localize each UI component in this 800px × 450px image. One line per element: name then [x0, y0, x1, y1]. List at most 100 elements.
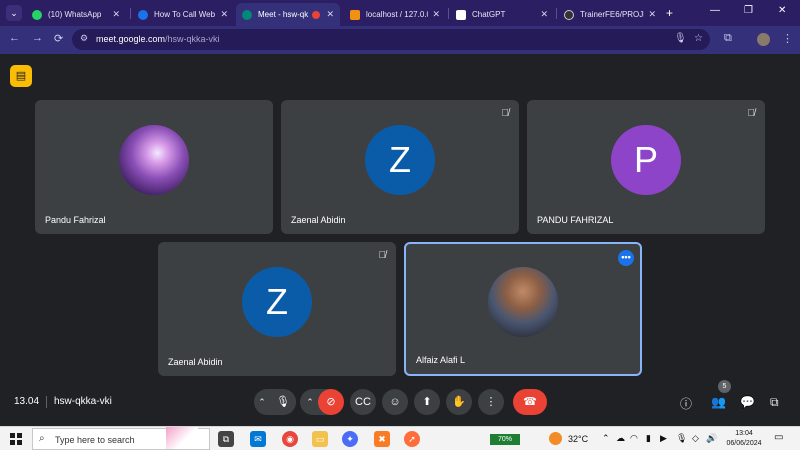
postman-icon[interactable]: ➚: [404, 431, 420, 447]
file-explorer-icon[interactable]: ▭: [312, 431, 328, 447]
tab-search-icon[interactable]: ⌄: [6, 5, 22, 21]
captions-off-icon[interactable]: ▤: [10, 65, 32, 87]
participant-tile-active[interactable]: ••• Alfaiz Alafi L: [404, 242, 642, 376]
reload-icon[interactable]: ⟳: [54, 32, 63, 45]
web-page-icon: [138, 9, 148, 20]
more-options-button[interactable]: ⋮: [478, 389, 504, 415]
close-tab-icon[interactable]: ✕: [432, 9, 440, 20]
participant-name: Pandu Fahrizal: [45, 215, 106, 225]
participant-tile[interactable]: 🎙̸ Z Zaenal Abidin: [158, 242, 396, 376]
participant-tile[interactable]: 🎙̸ P PANDU FAHRIZAL: [527, 100, 765, 234]
mic-muted-icon: 🎙̸: [747, 108, 756, 119]
restore-icon[interactable]: ❐: [744, 5, 753, 16]
meet-control-bar: 13.04 hsw-qkka-vki ⌃ 🎙 ⌃ ⊘ CC ☺ ⬆ ✋ ⋮ ☎ …: [0, 380, 800, 426]
site-info-icon[interactable]: ⚙: [80, 33, 88, 44]
search-highlight-image: [166, 427, 198, 449]
close-tab-icon[interactable]: ✕: [112, 9, 120, 20]
extensions-icon[interactable]: ⧉: [724, 32, 732, 45]
participant-tile[interactable]: Pandu Fahrizal: [35, 100, 273, 234]
camera-icon[interactable]: ▶: [660, 433, 667, 444]
meeting-details-icon[interactable]: ⓘ: [680, 395, 692, 412]
tab-how-to-call-web[interactable]: How To Call Web A ✕: [132, 3, 234, 26]
chrome-icon[interactable]: ◉: [282, 431, 298, 447]
tab-github[interactable]: TrainerFE6/PROJEC ✕: [558, 3, 662, 26]
battery-indicator[interactable]: 70%: [490, 434, 520, 445]
xampp-icon[interactable]: ✖: [374, 431, 390, 447]
phpmyadmin-icon: [350, 9, 360, 20]
microphone-icon[interactable]: 🎙: [674, 33, 687, 44]
raise-hand-button[interactable]: ✋: [446, 389, 472, 415]
participant-name: Zaenal Abidin: [168, 357, 223, 367]
tab-title: How To Call Web A: [154, 10, 217, 19]
system-clock[interactable]: 13:04 06/06/2024: [722, 429, 766, 449]
participant-avatar: P: [611, 125, 681, 195]
camera-off-button[interactable]: ⊘: [318, 389, 344, 415]
activities-icon[interactable]: ⧉: [770, 395, 779, 410]
windows-start-icon[interactable]: [10, 433, 22, 445]
audio-settings-chevron-icon[interactable]: ⌃: [254, 389, 270, 415]
tab-whatsapp[interactable]: (10) WhatsApp ✕: [26, 3, 126, 26]
close-window-icon[interactable]: ✕: [778, 5, 786, 16]
close-tab-icon[interactable]: ✕: [220, 9, 228, 20]
weather-temperature[interactable]: 32°C: [568, 434, 588, 444]
mail-icon[interactable]: ✉: [250, 431, 266, 447]
cloud-icon[interactable]: ☁: [616, 433, 625, 444]
mic-muted-icon: 🎙̸: [378, 250, 387, 261]
meet-stage: ▤ Pandu Fahrizal 🎙̸ Z Zaenal Abidin 🎙̸ P…: [0, 54, 800, 426]
network-icon[interactable]: ◇: [692, 433, 699, 444]
notifications-icon[interactable]: ▭: [774, 432, 783, 443]
show-hidden-icons-chevron[interactable]: ⌃: [602, 433, 610, 444]
wifi-icon[interactable]: ◠: [630, 433, 638, 444]
chat-icon[interactable]: 💬: [740, 395, 755, 409]
new-tab-button[interactable]: +: [666, 6, 673, 20]
copilot-icon[interactable]: ✦: [342, 431, 358, 447]
participant-tile[interactable]: 🎙̸ Z Zaenal Abidin: [281, 100, 519, 234]
tab-localhost[interactable]: localhost / 127.0.0 ✕: [344, 3, 446, 26]
more-options-icon[interactable]: •••: [618, 250, 634, 266]
browser-menu-icon[interactable]: ⋮: [782, 32, 793, 45]
tab-title: ChatGPT: [472, 10, 506, 19]
participant-avatar: [488, 267, 558, 337]
mic-muted-icon: 🎙̸: [501, 108, 510, 119]
clock-time: 13:04: [735, 430, 753, 437]
browser-toolbar: ← → ⟳ ⚙ meet.google.com/hsw-qkka-vki 🎙 ☆…: [0, 26, 800, 54]
close-tab-icon[interactable]: ✕: [540, 9, 548, 20]
people-icon[interactable]: 👥: [711, 395, 726, 409]
tab-title: (10) WhatsApp: [48, 10, 102, 19]
participant-name: PANDU FAHRIZAL: [537, 215, 614, 225]
github-icon: [564, 9, 574, 20]
tab-title: Meet - hsw-qk: [258, 10, 309, 19]
google-meet-icon: [242, 9, 252, 20]
windows-taskbar: ⌕ Type here to search ⧉ ✉ ◉ ▭ ✦ ✖ ➚ 70% …: [0, 426, 800, 450]
people-count-badge: 5: [718, 380, 731, 393]
browser-tab-strip: ⌄ (10) WhatsApp ✕ How To Call Web A ✕ Me…: [0, 0, 800, 26]
captions-button[interactable]: CC: [350, 389, 376, 415]
meeting-code: hsw-qkka-vki: [54, 396, 112, 407]
minimize-icon[interactable]: —: [710, 5, 720, 16]
url-text: meet.google.com/hsw-qkka-vki: [96, 34, 220, 44]
reactions-button[interactable]: ☺: [382, 389, 408, 415]
close-tab-icon[interactable]: ✕: [648, 9, 656, 20]
participant-avatar: [119, 125, 189, 195]
back-icon[interactable]: ←: [9, 32, 20, 44]
tab-meet[interactable]: Meet - hsw-qk ✕: [236, 3, 340, 26]
profile-avatar[interactable]: [757, 33, 770, 46]
volume-icon[interactable]: 🔊: [706, 433, 717, 444]
present-screen-button[interactable]: ⬆: [414, 389, 440, 415]
microphone-tray-icon[interactable]: 🎙: [676, 433, 687, 444]
meeting-time: 13.04: [14, 396, 40, 407]
forward-icon[interactable]: →: [32, 32, 43, 44]
whatsapp-icon: [32, 9, 42, 20]
video-settings-chevron-icon[interactable]: ⌃: [302, 389, 318, 415]
address-bar[interactable]: ⚙ meet.google.com/hsw-qkka-vki 🎙 ☆: [72, 29, 710, 50]
tab-chatgpt[interactable]: ChatGPT ✕: [450, 3, 554, 26]
search-icon: ⌕: [39, 433, 45, 444]
bookmark-star-icon[interactable]: ☆: [694, 33, 703, 44]
microphone-button[interactable]: 🎙: [270, 389, 296, 415]
close-tab-icon[interactable]: ✕: [326, 9, 334, 20]
clock-date: 06/06/2024: [726, 440, 762, 447]
task-view-icon[interactable]: ⧉: [218, 431, 234, 447]
weather-sun-icon[interactable]: [549, 432, 562, 445]
battery-tray-icon[interactable]: ▮: [646, 433, 651, 444]
leave-call-button[interactable]: ☎: [513, 389, 547, 415]
